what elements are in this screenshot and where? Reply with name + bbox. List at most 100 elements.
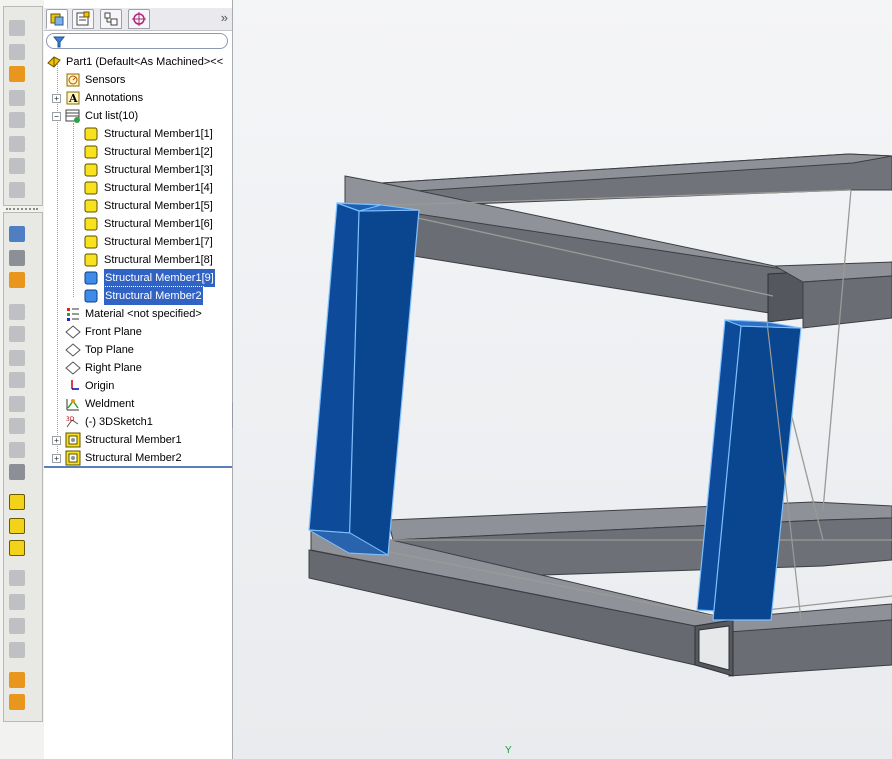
svg-text:A: A (68, 92, 78, 105)
solid-body-icon (84, 181, 98, 195)
display-style-icon[interactable] (9, 694, 25, 710)
cut-list-item-selected[interactable]: Structural Member2 (44, 286, 232, 306)
selected-body-icon (84, 289, 98, 303)
reference-geometry-icon[interactable] (9, 642, 25, 658)
datum-icon[interactable] (9, 158, 25, 174)
solid-body-icon (84, 253, 98, 267)
weldment-feature-icon (66, 399, 79, 411)
tree-item-origin[interactable]: Origin (44, 377, 232, 395)
tab-configuration-manager[interactable] (100, 9, 122, 29)
filter-icon (53, 36, 65, 48)
solid-body-icon (84, 127, 98, 141)
tree-root[interactable]: Part1 (Default<As Machined><< (44, 53, 232, 71)
solid-body-icon (84, 163, 98, 177)
tree-item-structural-member2[interactable]: + Structural Member2 (44, 449, 232, 467)
move-face-icon[interactable] (9, 594, 25, 610)
gusset-icon[interactable] (9, 350, 25, 366)
cut-list-item[interactable]: Structural Member1[8] (44, 251, 232, 269)
annotations-icon: A (66, 91, 80, 105)
part-icon (47, 56, 61, 68)
structural-member-feature-icon (65, 432, 81, 448)
surface-finish-icon[interactable] (9, 112, 25, 128)
auto-balloon-icon[interactable] (9, 90, 25, 106)
3d-sketch-tree-icon: 3D (66, 416, 79, 428)
tab-dimxpert-manager[interactable] (128, 9, 150, 29)
cut-list-update-icon[interactable] (9, 494, 25, 510)
feature-manager-tabs: » (44, 8, 232, 31)
selected-member-left-front (348, 209, 420, 556)
solid-body-icon (84, 145, 98, 159)
cut-list-item[interactable]: Structural Member1[5] (44, 197, 232, 215)
extruded-boss-icon[interactable] (9, 418, 25, 434)
tree-item-material[interactable]: Material <not specified> (44, 305, 232, 323)
collapse-toggle[interactable]: − (52, 112, 61, 121)
expand-toggle[interactable]: + (52, 454, 61, 463)
structural-member-icon[interactable] (9, 272, 25, 288)
smart-dimension-icon[interactable] (9, 20, 25, 36)
svg-text:3D: 3D (66, 416, 75, 423)
tree-item-right-plane[interactable]: Right Plane (44, 359, 232, 377)
feature-manager-panel: » Part1 (Default<As Machined><< Sensors (44, 0, 233, 759)
split-line-icon[interactable] (9, 570, 25, 586)
structural-member-feature-icon (65, 450, 81, 466)
weldment-frame-model[interactable] (233, 0, 892, 759)
weld-bead-icon[interactable] (9, 396, 25, 412)
feature-tree-icon (50, 13, 64, 26)
toolbar-strip-sketch (3, 6, 43, 206)
plane-icon (65, 343, 81, 357)
solid-body-icon (84, 199, 98, 213)
extruded-cut-icon[interactable] (9, 442, 25, 458)
tube-opening (698, 625, 730, 671)
graphics-area[interactable]: Y (233, 0, 892, 759)
top-right-member[interactable] (802, 275, 892, 329)
hole-wizard-icon[interactable] (9, 464, 25, 480)
cut-list-item[interactable]: Structural Member1[3] (44, 161, 232, 179)
sensors-icon (66, 73, 80, 87)
end-cap-icon[interactable] (9, 326, 25, 342)
tree-item-3dsketch[interactable]: 3D (-) 3DSketch1 (44, 413, 232, 431)
cut-list-item[interactable]: Structural Member1[1] (44, 125, 232, 143)
cut-list-item[interactable]: Structural Member1[7] (44, 233, 232, 251)
expand-panel-chevron-icon[interactable]: » (221, 10, 228, 25)
origin-icon (71, 380, 79, 390)
balloon-icon[interactable] (9, 66, 25, 82)
solid-body-icon (84, 235, 98, 249)
view-orientation-icon[interactable] (9, 672, 25, 688)
tree-item-sensors[interactable]: Sensors (44, 71, 232, 89)
cut-list-item-selected[interactable]: Structural Member1[9] (44, 268, 232, 288)
feature-tree-filter[interactable] (46, 33, 228, 49)
dimxpert-icon (132, 12, 146, 26)
toolbar-grip[interactable] (6, 208, 38, 210)
tree-item-weldment[interactable]: Weldment (44, 395, 232, 413)
cut-list-item[interactable]: Structural Member1[6] (44, 215, 232, 233)
cut-list-item[interactable]: Structural Member1[2] (44, 143, 232, 161)
fillet-bead-icon[interactable] (9, 372, 25, 388)
command-toolbar (0, 0, 44, 759)
tree-rollback-bar[interactable] (44, 466, 232, 468)
tree-root-label: Part1 (Default<As Machined><< (66, 56, 224, 68)
tree-item-structural-member1[interactable]: + Structural Member1 (44, 431, 232, 449)
note-icon[interactable] (9, 44, 25, 60)
weldment-icon[interactable] (9, 250, 25, 266)
cut-list-properties-icon[interactable] (9, 518, 25, 534)
tree-item-top-plane[interactable]: Top Plane (44, 341, 232, 359)
material-icon (67, 308, 79, 321)
property-manager-icon (76, 11, 90, 26)
weldment-table-icon[interactable] (9, 540, 25, 556)
cut-list-item[interactable]: Structural Member1[4] (44, 179, 232, 197)
tab-feature-manager[interactable] (46, 9, 68, 29)
cut-list-icon (65, 109, 80, 123)
hole-callout-icon[interactable] (9, 182, 25, 198)
tree-item-annotations[interactable]: + A Annotations (44, 89, 232, 107)
plane-icon (65, 361, 81, 375)
3d-sketch-icon[interactable] (9, 226, 25, 242)
chamfer-icon[interactable] (9, 618, 25, 634)
tree-item-front-plane[interactable]: Front Plane (44, 323, 232, 341)
weld-symbol-icon[interactable] (9, 136, 25, 152)
solid-body-icon (84, 217, 98, 231)
trim-extend-icon[interactable] (9, 304, 25, 320)
tree-item-cut-list[interactable]: − Cut list(10) (44, 107, 232, 125)
expand-toggle[interactable]: + (52, 436, 61, 445)
tab-property-manager[interactable] (72, 9, 94, 29)
expand-toggle[interactable]: + (52, 94, 61, 103)
